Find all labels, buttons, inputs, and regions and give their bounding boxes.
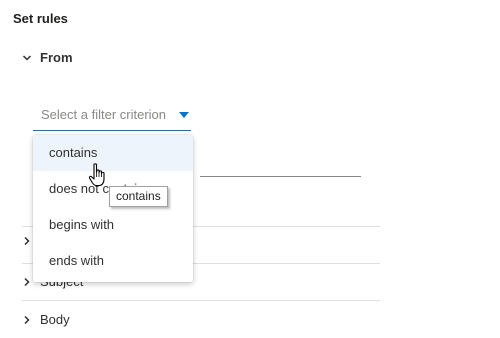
option-contains[interactable]: contains <box>33 135 193 171</box>
chevron-right-icon <box>24 236 30 246</box>
chevron-right-icon <box>24 315 30 324</box>
chevron-right-icon <box>24 277 30 286</box>
section-collapsed-header[interactable] <box>22 236 32 246</box>
option-begins-with[interactable]: begins with <box>33 207 193 243</box>
filter-value-input[interactable] <box>200 176 361 177</box>
section-from-header[interactable]: From <box>22 50 73 65</box>
section-body-header[interactable]: Body <box>22 312 70 327</box>
chevron-down-icon <box>22 54 32 61</box>
filter-criterion-dropdown: contains does not contain begins with en… <box>33 135 193 282</box>
caret-down-icon <box>179 112 189 118</box>
select-underline <box>33 130 191 131</box>
page-title: Set rules <box>13 11 68 26</box>
filter-criterion-select[interactable]: Select a filter criterion <box>33 101 191 131</box>
section-body-label: Body <box>40 312 70 327</box>
hand-pointer-icon <box>88 163 105 187</box>
section-from-label: From <box>40 50 73 65</box>
tooltip: contains <box>109 186 168 207</box>
option-ends-with[interactable]: ends with <box>33 243 193 279</box>
filter-criterion-placeholder: Select a filter criterion <box>41 107 166 122</box>
divider <box>22 300 380 301</box>
